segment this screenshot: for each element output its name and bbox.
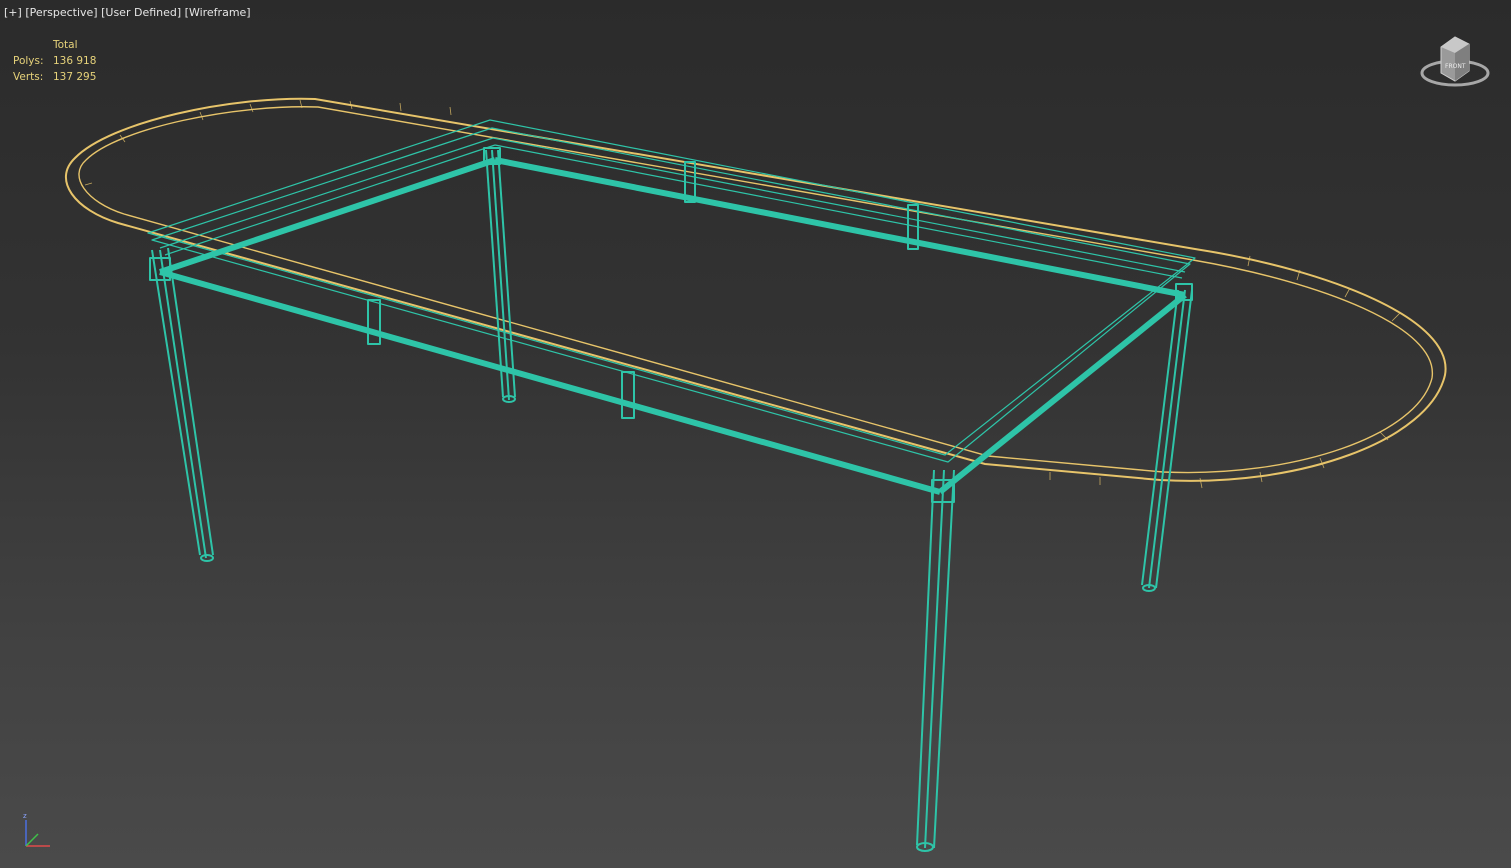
tabletop-inner-edge: [78, 106, 1433, 474]
frame-corner-joints: [149, 147, 1193, 503]
table-leg-front-right: [916, 469, 955, 852]
viewcube-icon[interactable]: FRONT: [1419, 35, 1491, 93]
table-frame-wireframe[interactable]: [147, 119, 1196, 852]
frame-lower-rails: [159, 157, 1187, 495]
tabletop-outer-edge: [64, 97, 1447, 482]
tabletop-wireframe[interactable]: [64, 97, 1447, 489]
table-leg-front-left: [151, 247, 214, 562]
frame-brackets: [367, 161, 919, 419]
tabletop-edge-segments: [84, 99, 1401, 489]
wireframe-scene[interactable]: [0, 0, 1511, 868]
perspective-viewport[interactable]: [+] [Perspective] [User Defined] [Wirefr…: [0, 0, 1511, 868]
axis-z-label: z: [23, 812, 27, 820]
table-leg-back-right: [1141, 289, 1193, 592]
axis-tripod-icon: z: [18, 810, 58, 854]
viewcube-face-label: FRONT: [1445, 63, 1466, 70]
